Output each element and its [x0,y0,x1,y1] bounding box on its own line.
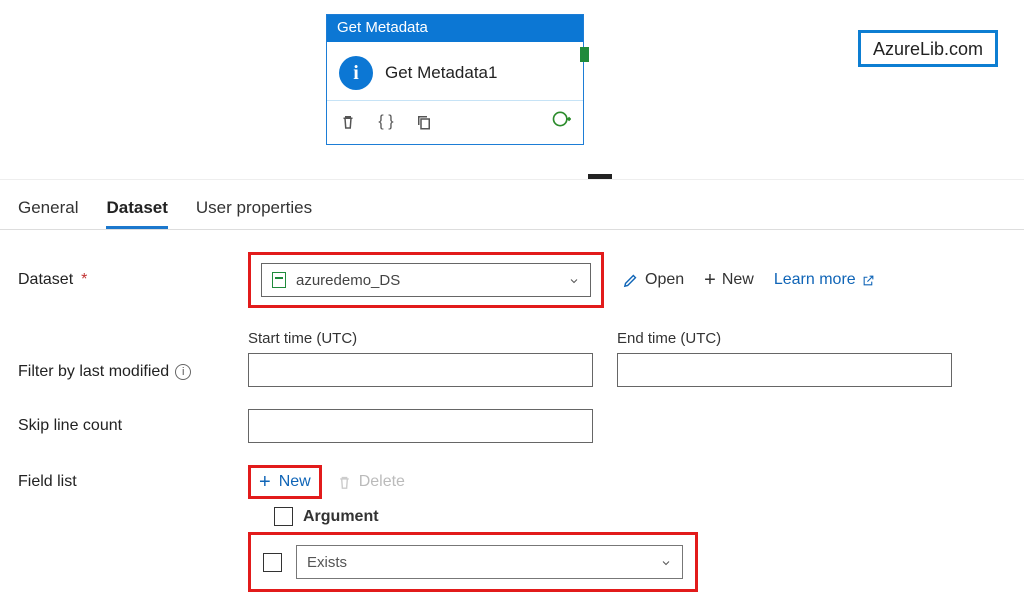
plus-icon: + [259,472,271,492]
required-asterisk: * [81,271,87,289]
row-filter: Filter by last modified i Start time (UT… [18,330,1006,387]
property-tabs: General Dataset User properties [0,180,1024,230]
label-start-time: Start time (UTC) [248,330,593,347]
label-field-list: Field list [18,473,248,491]
row-field-list: Field list + New Delete [18,465,1006,499]
info-tooltip-icon[interactable]: i [175,364,191,380]
activity-body: i Get Metadata1 [327,42,583,101]
external-link-icon [862,274,875,287]
argument-value: Exists [307,554,347,571]
row-skip: Skip line count [18,409,1006,443]
dataset-select[interactable]: azuredemo_DS [261,263,591,297]
dataset-form: Dataset * azuredemo_DS Open + New [0,230,1024,592]
tab-dataset[interactable]: Dataset [106,198,167,229]
dataset-actions: Open + New Learn more [622,270,875,290]
column-argument: Argument [303,508,379,526]
open-dataset-button[interactable]: Open [622,271,684,289]
delete-icon[interactable] [339,113,357,131]
activity-name: Get Metadata1 [385,63,497,83]
field-list-delete-button: Delete [336,473,405,491]
plus-icon: + [704,270,716,290]
dataset-selected-value: azuredemo_DS [296,272,400,289]
trash-icon [336,474,353,491]
panel-resize-handle[interactable] [588,174,612,179]
tab-general[interactable]: General [18,198,78,229]
watermark-badge: AzureLib.com [858,30,998,67]
select-all-checkbox[interactable] [274,507,293,526]
skip-line-input[interactable] [248,409,593,443]
output-handle[interactable] [580,47,589,62]
field-list-table: Argument Exists [248,507,1006,592]
highlight-field-row: Exists [248,532,698,592]
end-time-input[interactable] [617,353,952,387]
activity-get-metadata[interactable]: Get Metadata i Get Metadata1 { } [326,14,584,145]
chevron-down-icon [568,274,580,286]
dataset-type-icon [272,272,286,288]
pencil-icon [622,272,639,289]
label-dataset: Dataset * [18,271,248,289]
row-checkbox[interactable] [263,553,282,572]
activity-type-label: Get Metadata [327,15,583,42]
start-time-block: Start time (UTC) [248,330,593,387]
label-skip: Skip line count [18,417,248,435]
label-filter: Filter by last modified i [18,363,248,387]
learn-more-link[interactable]: Learn more [774,271,875,289]
info-icon: i [339,56,373,90]
highlight-dataset: azuredemo_DS [248,252,604,308]
highlight-new-button: + New [248,465,322,499]
copy-icon[interactable] [415,113,433,131]
end-time-block: End time (UTC) [617,330,952,387]
debug-run-icon[interactable] [551,109,571,134]
field-list-new-button[interactable]: + New [259,472,311,492]
braces-icon[interactable]: { } [377,113,395,131]
label-end-time: End time (UTC) [617,330,952,347]
chevron-down-icon [660,556,672,568]
tab-user-properties[interactable]: User properties [196,198,312,229]
new-dataset-button[interactable]: + New [704,270,754,290]
pipeline-canvas[interactable]: Get Metadata i Get Metadata1 { } [0,0,1024,180]
activity-toolbar: { } [327,101,583,144]
field-list-header: Argument [274,507,1006,526]
start-time-input[interactable] [248,353,593,387]
argument-select[interactable]: Exists [296,545,683,579]
row-dataset: Dataset * azuredemo_DS Open + New [18,252,1006,308]
